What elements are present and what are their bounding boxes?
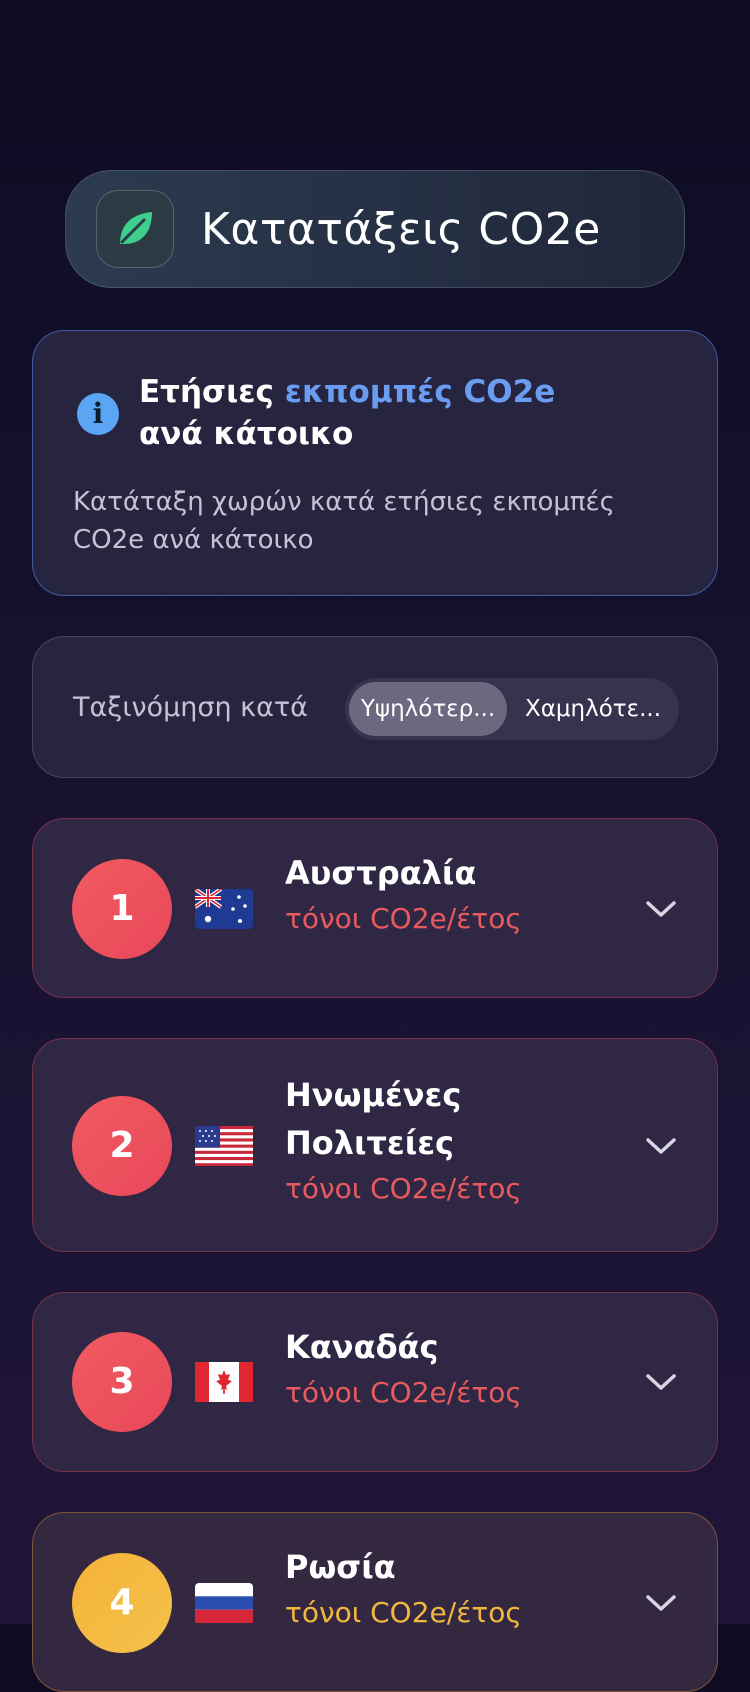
chevron-down-icon[interactable]	[645, 1593, 677, 1613]
page-title: Κατατάξεις CO2e	[201, 204, 601, 255]
rank-badge: 2	[72, 1096, 172, 1196]
rank-badge: 1	[72, 859, 172, 959]
leaf-icon	[120, 212, 152, 244]
country-text: Καναδάς τόνοι CO2e/έτος	[285, 1323, 615, 1415]
rank-badge: 3	[72, 1332, 172, 1432]
sort-card: Ταξινόμηση κατά Υψηλότερ... Χαμηλότε...	[32, 636, 718, 778]
usa-flag-icon	[195, 1126, 253, 1166]
sort-option-highest[interactable]: Υψηλότερ...	[349, 682, 507, 736]
country-name: Καναδάς	[285, 1328, 439, 1366]
sort-segmented-control: Υψηλότερ... Χαμηλότε...	[345, 678, 679, 740]
country-card-australia[interactable]: 1 Αυστραλία τόνοι CO2e/έτος	[32, 818, 718, 998]
chevron-down-icon[interactable]	[645, 899, 677, 919]
russia-flag-icon	[195, 1583, 253, 1623]
info-description: Κατάταξη χωρών κατά ετήσιες εκπομπές CO2…	[73, 487, 615, 555]
country-unit: τόνοι CO2e/έτος	[285, 1172, 522, 1205]
country-name: Ρωσία	[285, 1548, 396, 1586]
sort-label: Ταξινόμηση κατά	[73, 692, 308, 723]
info-heading: Ετήσιες εκπομπές CO2e ανά κάτοικο	[139, 371, 659, 455]
info-heading-part1: Ετήσιες	[139, 374, 285, 410]
country-text: Ρωσία τόνοι CO2e/έτος	[285, 1543, 615, 1635]
chevron-down-icon[interactable]	[645, 1136, 677, 1156]
country-card-russia[interactable]: 4 Ρωσία τόνοι CO2e/έτος	[32, 1512, 718, 1692]
country-card-usa[interactable]: 2 Ηνωμένες Πολιτείες τόνοι CO2e/έτος	[32, 1038, 718, 1252]
country-unit: τόνοι CO2e/έτος	[285, 1376, 522, 1409]
chevron-down-icon[interactable]	[645, 1372, 677, 1392]
australia-flag-icon	[195, 889, 253, 929]
country-name: Αυστραλία	[285, 854, 477, 892]
country-unit: τόνοι CO2e/έτος	[285, 1596, 522, 1629]
info-icon: i	[77, 393, 119, 435]
country-name: Ηνωμένες Πολιτείες	[285, 1076, 462, 1162]
canada-flag-icon	[195, 1362, 253, 1402]
country-unit: τόνοι CO2e/έτος	[285, 902, 522, 935]
info-heading-accent: εκπομπές CO2e	[284, 374, 556, 410]
country-card-canada[interactable]: 3 Καναδάς τόνοι CO2e/έτος	[32, 1292, 718, 1472]
sort-option-lowest[interactable]: Χαμηλότε...	[511, 682, 675, 736]
app-logo	[96, 190, 174, 268]
app-header: Κατατάξεις CO2e	[65, 170, 685, 288]
rank-badge: 4	[72, 1553, 172, 1653]
country-text: Ηνωμένες Πολιτείες τόνοι CO2e/έτος	[285, 1071, 615, 1211]
info-card: i Ετήσιες εκπομπές CO2e ανά κάτοικο Κατά…	[32, 330, 718, 596]
info-heading-part2: ανά κάτοικο	[139, 416, 354, 452]
country-text: Αυστραλία τόνοι CO2e/έτος	[285, 849, 615, 941]
